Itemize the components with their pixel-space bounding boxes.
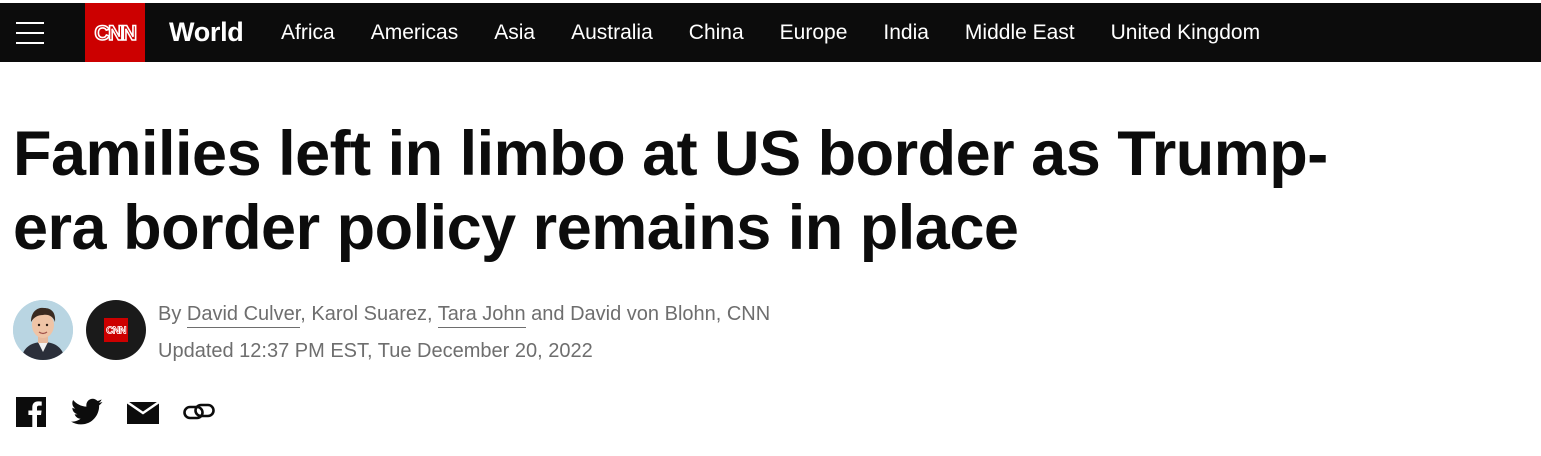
headline-line-2: era border policy remains in place <box>13 193 1019 263</box>
logo-text: CNN <box>95 22 136 45</box>
nav-item-middle-east[interactable]: Middle East <box>965 21 1075 45</box>
section-title-world[interactable]: World <box>169 3 244 62</box>
svg-text:CNN: CNN <box>106 326 126 337</box>
author-photo[interactable] <box>13 300 73 360</box>
nav-item-australia[interactable]: Australia <box>571 21 653 45</box>
nav-item-china[interactable]: China <box>689 21 744 45</box>
author-link-david-culver[interactable]: David Culver <box>186 303 301 328</box>
article-headline: Families left in limbo at US border as T… <box>13 117 1493 265</box>
byline-prefix: By <box>158 303 182 325</box>
nav-item-india[interactable]: India <box>883 21 929 45</box>
nav-item-africa[interactable]: Africa <box>281 21 335 45</box>
nav-item-americas[interactable]: Americas <box>371 21 459 45</box>
nav-item-asia[interactable]: Asia <box>494 21 535 45</box>
author-link-tara-john[interactable]: Tara John <box>437 303 526 328</box>
nav-item-europe[interactable]: Europe <box>780 21 848 45</box>
facebook-icon[interactable] <box>15 396 47 428</box>
cnn-logo[interactable]: CNN <box>85 3 145 62</box>
headline-line-1: Families left in limbo at US border as T… <box>13 119 1328 189</box>
byline-separator: , Karol Suarez, <box>300 303 438 325</box>
cnn-logo-avatar[interactable]: CNN <box>86 300 146 360</box>
twitter-icon[interactable] <box>71 398 103 426</box>
byline: By David Culver, Karol Suarez, Tara John… <box>158 303 771 328</box>
link-icon[interactable] <box>183 402 215 422</box>
top-nav-bar: CNN World Africa Americas Asia Australia… <box>0 3 1541 62</box>
updated-timestamp: Updated 12:37 PM EST, Tue December 20, 2… <box>158 340 593 362</box>
cnn-mini-logo-icon: CNN <box>104 318 128 342</box>
byline-suffix: and David von Blohn, CNN <box>525 303 771 325</box>
nav-item-united-kingdom[interactable]: United Kingdom <box>1111 21 1260 45</box>
region-nav: Africa Americas Asia Australia China Eur… <box>281 3 1296 62</box>
share-bar <box>15 396 239 428</box>
email-icon[interactable] <box>127 400 159 424</box>
hamburger-menu-icon[interactable] <box>16 22 44 44</box>
